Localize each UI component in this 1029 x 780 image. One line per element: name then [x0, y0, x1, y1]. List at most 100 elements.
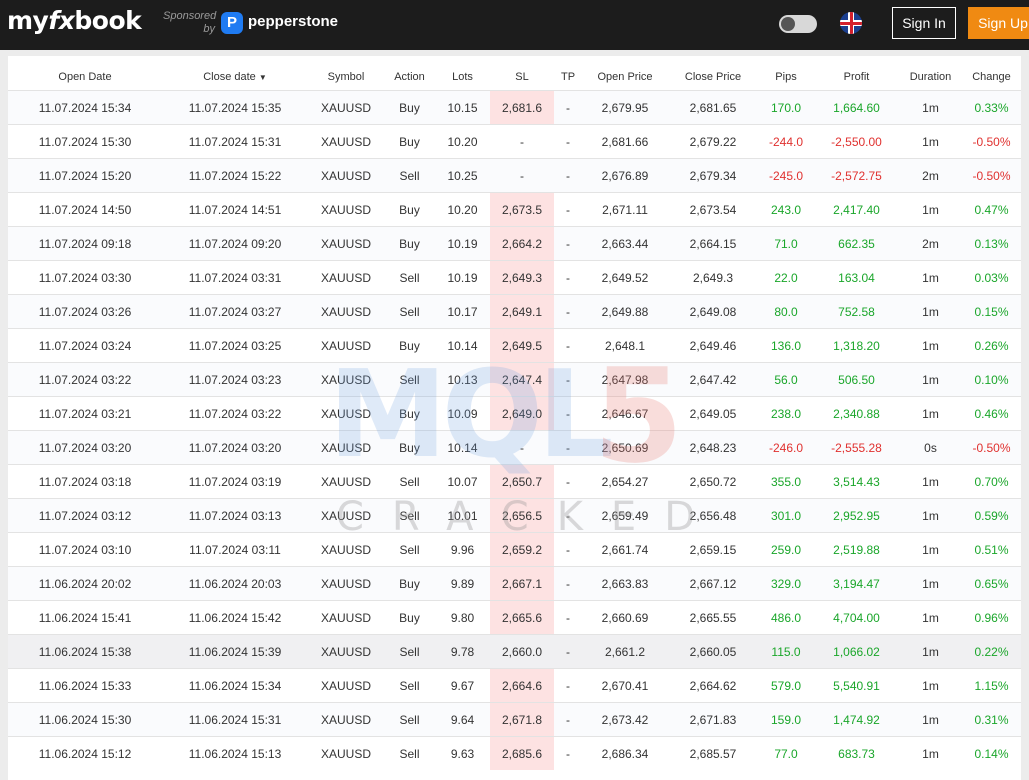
close-price-cell: 2,681.65 [668, 90, 758, 125]
lots-cell: 10.19 [435, 226, 490, 261]
close-price-cell: 2,664.15 [668, 226, 758, 261]
lots-cell: 10.17 [435, 294, 490, 329]
open-price-cell: 2,646.67 [582, 396, 668, 431]
open-price-cell: 2,686.34 [582, 736, 668, 770]
table-row[interactable]: 11.07.2024 03:30 11.07.2024 03:31 XAUUSD Se… [8, 260, 1021, 295]
sign-up-button[interactable]: Sign Up [968, 7, 1029, 39]
table-row[interactable]: 11.07.2024 03:12 11.07.2024 03:13 XAUUSD Se… [8, 498, 1021, 533]
table-row[interactable]: 11.06.2024 20:02 11.06.2024 20:03 XAUUSD Bu… [8, 566, 1021, 601]
col-open-date[interactable]: Open Date [8, 64, 162, 91]
col-lots[interactable]: Lots [435, 64, 490, 91]
table-row[interactable]: 11.07.2024 09:18 11.07.2024 09:20 XAUUSD Bu… [8, 226, 1021, 261]
col-pips[interactable]: Pips [758, 64, 814, 91]
lots-cell: 10.20 [435, 124, 490, 159]
top-navigation-bar: myfxbook Sponsored by P pepperstone Sign… [0, 0, 1029, 50]
sl-cell: 2,681.6 [490, 90, 554, 125]
table-row[interactable]: 11.07.2024 03:21 11.07.2024 03:22 XAUUSD Bu… [8, 396, 1021, 431]
col-close-date[interactable]: Close date ▼ [162, 64, 308, 91]
myfxbook-logo[interactable]: myfxbook [7, 6, 142, 35]
col-action[interactable]: Action [384, 64, 435, 91]
table-row[interactable]: 11.07.2024 15:20 11.07.2024 15:22 XAUUSD Se… [8, 158, 1021, 193]
open-price-cell: 2,671.11 [582, 192, 668, 227]
table-row[interactable]: 11.07.2024 03:26 11.07.2024 03:27 XAUUSD Se… [8, 294, 1021, 329]
action-cell: Sell [384, 532, 435, 567]
open-date-cell: 11.07.2024 03:20 [8, 430, 162, 465]
pepperstone-logo-icon[interactable]: P [221, 12, 243, 34]
table-row[interactable]: 11.06.2024 15:38 11.06.2024 15:39 XAUUSD Se… [8, 634, 1021, 669]
tp-cell: - [554, 464, 582, 499]
table-row[interactable]: 11.07.2024 14:50 11.07.2024 14:51 XAUUSD Bu… [8, 192, 1021, 227]
action-cell: Sell [384, 498, 435, 533]
table-row[interactable]: 11.07.2024 03:10 11.07.2024 03:11 XAUUSD Se… [8, 532, 1021, 567]
col-close-price[interactable]: Close Price [668, 64, 758, 91]
col-profit[interactable]: Profit [814, 64, 899, 91]
sponsored-line-1: Sponsored [163, 10, 217, 22]
sl-cell: 2,671.8 [490, 702, 554, 737]
table-row[interactable]: 11.07.2024 03:22 11.07.2024 03:23 XAUUSD Se… [8, 362, 1021, 397]
sponsored-by-label: Sponsored by [163, 10, 217, 36]
action-cell: Sell [384, 464, 435, 499]
change-cell: 0.33% [962, 90, 1021, 125]
duration-cell: 1m [899, 464, 962, 499]
col-symbol[interactable]: Symbol [308, 64, 384, 91]
close-price-cell: 2,679.22 [668, 124, 758, 159]
duration-cell: 1m [899, 362, 962, 397]
col-sl[interactable]: SL [490, 64, 554, 91]
action-cell: Sell [384, 702, 435, 737]
table-row[interactable]: 11.06.2024 15:12 11.06.2024 15:13 XAUUSD Se… [8, 736, 1021, 770]
profit-cell: 4,704.00 [814, 600, 899, 635]
table-row[interactable]: 11.06.2024 15:41 11.06.2024 15:42 XAUUSD Bu… [8, 600, 1021, 635]
table-row[interactable]: 11.07.2024 15:34 11.07.2024 15:35 XAUUSD Bu… [8, 90, 1021, 125]
action-cell: Buy [384, 600, 435, 635]
col-duration[interactable]: Duration [899, 64, 962, 91]
col-open-price[interactable]: Open Price [582, 64, 668, 91]
logo-part-fx: fx [48, 6, 75, 35]
open-date-cell: 11.07.2024 14:50 [8, 192, 162, 227]
action-cell: Buy [384, 396, 435, 431]
symbol-cell: XAUUSD [308, 260, 384, 295]
lots-cell: 10.09 [435, 396, 490, 431]
close-date-cell: 11.07.2024 15:35 [162, 90, 308, 125]
symbol-cell: XAUUSD [308, 90, 384, 125]
change-cell: 0.15% [962, 294, 1021, 329]
sl-cell: - [490, 158, 554, 193]
table-row[interactable]: 11.07.2024 15:30 11.07.2024 15:31 XAUUSD Bu… [8, 124, 1021, 159]
symbol-cell: XAUUSD [308, 532, 384, 567]
duration-cell: 2m [899, 158, 962, 193]
pips-cell: 22.0 [758, 260, 814, 295]
sponsor-name[interactable]: pepperstone [248, 13, 338, 30]
profit-cell: 2,519.88 [814, 532, 899, 567]
duration-cell: 1m [899, 260, 962, 295]
symbol-cell: XAUUSD [308, 498, 384, 533]
table-row[interactable]: 11.06.2024 15:30 11.06.2024 15:31 XAUUSD Se… [8, 702, 1021, 737]
change-cell: 0.46% [962, 396, 1021, 431]
open-price-cell: 2,663.83 [582, 566, 668, 601]
close-date-cell: 11.07.2024 14:51 [162, 192, 308, 227]
symbol-cell: XAUUSD [308, 464, 384, 499]
col-change[interactable]: Change [962, 64, 1021, 91]
table-row[interactable]: 11.07.2024 03:24 11.07.2024 03:25 XAUUSD Bu… [8, 328, 1021, 363]
change-cell: 0.10% [962, 362, 1021, 397]
change-cell: 0.70% [962, 464, 1021, 499]
duration-cell: 0s [899, 430, 962, 465]
col-tp[interactable]: TP [554, 64, 582, 91]
close-date-cell: 11.07.2024 03:20 [162, 430, 308, 465]
close-date-cell: 11.07.2024 09:20 [162, 226, 308, 261]
table-row[interactable]: 11.06.2024 15:33 11.06.2024 15:34 XAUUSD Se… [8, 668, 1021, 703]
close-date-cell: 11.07.2024 03:11 [162, 532, 308, 567]
sl-cell: 2,649.5 [490, 328, 554, 363]
action-cell: Buy [384, 90, 435, 125]
profit-cell: 752.58 [814, 294, 899, 329]
uk-flag-icon[interactable] [840, 12, 862, 34]
close-date-cell: 11.06.2024 15:13 [162, 736, 308, 770]
table-row[interactable]: 11.07.2024 03:20 11.07.2024 03:20 XAUUSD Bu… [8, 430, 1021, 465]
close-date-cell: 11.07.2024 15:31 [162, 124, 308, 159]
table-row[interactable]: 11.07.2024 03:18 11.07.2024 03:19 XAUUSD Se… [8, 464, 1021, 499]
theme-toggle-icon[interactable] [779, 15, 817, 33]
symbol-cell: XAUUSD [308, 328, 384, 363]
profit-cell: 1,318.20 [814, 328, 899, 363]
open-date-cell: 11.07.2024 03:21 [8, 396, 162, 431]
sign-in-button[interactable]: Sign In [892, 7, 956, 39]
profit-cell: -2,572.75 [814, 158, 899, 193]
close-date-cell: 11.07.2024 03:22 [162, 396, 308, 431]
